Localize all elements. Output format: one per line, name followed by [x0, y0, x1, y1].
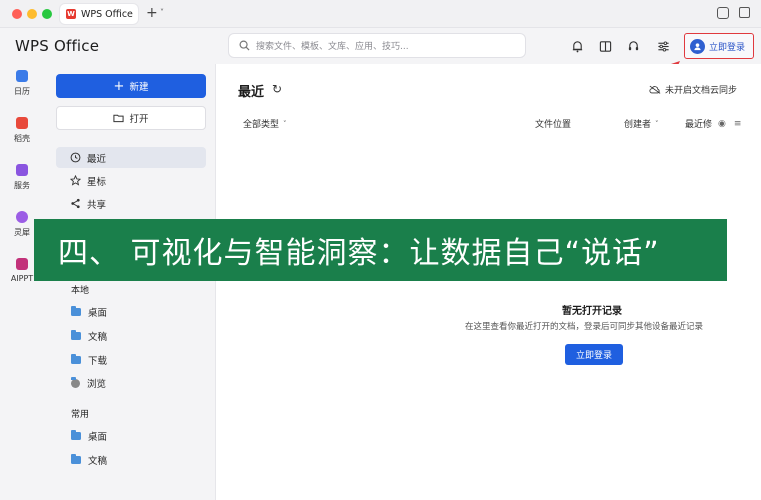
- sync-label: 未开启文档云同步: [665, 86, 738, 96]
- window-restore-icon[interactable]: [739, 7, 750, 18]
- common-item-documents[interactable]: 文稿: [71, 453, 107, 467]
- overlay-banner: 四、 可视化与智能洞察：让数据自己“说话”: [34, 219, 727, 281]
- headset-icon[interactable]: [626, 39, 640, 53]
- left-rail: 日历 稻壳 服务 灵犀 AIPPT: [0, 64, 44, 500]
- star-icon: [70, 175, 81, 186]
- wps-logo-icon: W: [66, 9, 76, 19]
- lingxi-icon: [16, 211, 28, 223]
- eye-icon[interactable]: ◉: [718, 119, 726, 129]
- folder-label: 文稿: [88, 332, 108, 343]
- column-label: 创建者: [624, 120, 652, 130]
- folder-icon: [71, 430, 81, 440]
- search-icon: [239, 40, 250, 51]
- folder-icon: [71, 454, 81, 464]
- rail-label: 服务: [14, 181, 30, 190]
- folder-label: 浏览: [87, 379, 107, 390]
- search-input[interactable]: 搜索文件、模板、文库、应用、技巧...: [228, 33, 526, 58]
- new-tab-button[interactable]: +: [146, 5, 158, 21]
- rail-item-service[interactable]: 服务: [0, 164, 44, 191]
- share-icon: [71, 198, 80, 209]
- column-location: 文件位置: [535, 117, 571, 130]
- nav-item-starred[interactable]: 星标: [56, 170, 206, 191]
- sort-options-icon[interactable]: ≡: [734, 119, 742, 129]
- nav-label: 星标: [87, 176, 107, 188]
- calendar-icon: [16, 70, 28, 82]
- chevron-down-icon: ˅: [283, 119, 287, 128]
- rail-item-calendar[interactable]: 日历: [0, 70, 44, 97]
- minimize-window-button[interactable]: [27, 9, 37, 19]
- filter-type-dropdown[interactable]: 全部类型 ˅: [243, 117, 287, 131]
- close-window-button[interactable]: [12, 9, 22, 19]
- rail-label: 灵犀: [14, 228, 30, 237]
- local-item-browse[interactable]: 浏览: [71, 376, 106, 390]
- column-label: 文件位置: [535, 120, 572, 130]
- nav-label: 最近: [87, 153, 107, 165]
- open-folder-icon: [113, 114, 125, 123]
- service-icon: [16, 164, 28, 176]
- open-file-button[interactable]: 打开: [56, 106, 206, 130]
- chevron-down-icon: ˅: [655, 119, 659, 128]
- folder-icon: [71, 306, 81, 316]
- window-layout-icon[interactable]: [717, 7, 729, 19]
- more-icon: [71, 376, 80, 388]
- rail-item-docer[interactable]: 稻壳: [0, 117, 44, 144]
- rail-label: 稻壳: [14, 134, 30, 143]
- folder-label: 桌面: [88, 432, 108, 443]
- empty-state-title: 暂无打开记录: [562, 306, 622, 317]
- tab-label: WPS Office: [81, 8, 133, 20]
- empty-state-login-button[interactable]: 立即登录: [565, 344, 623, 365]
- folder-icon: [71, 354, 81, 364]
- nav-item-recent[interactable]: 最近: [56, 147, 206, 168]
- column-modified[interactable]: 最近修 ◉ ≡: [685, 117, 742, 131]
- local-section-heading: 本地: [71, 286, 90, 296]
- docer-icon: [16, 117, 28, 129]
- new-button-label: 新建: [129, 82, 149, 93]
- window-titlebar: W WPS Office + ˅: [0, 0, 761, 28]
- user-avatar-icon: [690, 38, 705, 54]
- empty-state-description: 在这里查看你最近打开的文档，登录后可同步其他设备最近记录: [465, 322, 704, 332]
- refresh-icon[interactable]: ↻: [272, 82, 282, 96]
- page-title: 最近: [238, 85, 265, 100]
- folder-label: 文稿: [88, 456, 108, 467]
- folder-label: 桌面: [88, 308, 108, 319]
- cloud-off-icon: [649, 85, 661, 94]
- tab-wps-office[interactable]: W WPS Office: [60, 4, 138, 24]
- new-document-button[interactable]: + 新建: [56, 74, 206, 98]
- banner-text: 四、 可视化与智能洞察：让数据自己“说话”: [58, 236, 660, 271]
- column-label: 最近修: [685, 120, 713, 130]
- brand-title: WPS Office: [15, 37, 100, 55]
- login-button-label: 立即登录: [709, 42, 746, 53]
- local-item-documents[interactable]: 文稿: [71, 329, 107, 343]
- tab-menu-chevron-icon[interactable]: ˅: [160, 8, 164, 17]
- settings-sliders-icon[interactable]: [656, 39, 670, 53]
- folder-label: 下载: [88, 356, 108, 367]
- nav-item-shared[interactable]: 共享: [56, 193, 206, 214]
- cloud-sync-status[interactable]: 未开启文档云同步: [649, 83, 737, 96]
- search-placeholder: 搜索文件、模板、文库、应用、技巧...: [256, 42, 409, 52]
- main-content: 最近 ↻ 未开启文档云同步 全部类型 ˅ 文件位置 创建者 ˅ 最近修 ◉ ≡ …: [217, 64, 761, 500]
- rail-label: 日历: [14, 87, 30, 96]
- folder-icon: [71, 330, 81, 340]
- column-creator[interactable]: 创建者 ˅: [624, 117, 659, 131]
- aippt-icon: [16, 258, 28, 270]
- nav-label: 共享: [87, 199, 107, 211]
- common-section-heading: 常用: [71, 410, 90, 420]
- book-icon[interactable]: [598, 39, 612, 53]
- local-item-desktop[interactable]: 桌面: [71, 305, 107, 319]
- zoom-window-button[interactable]: [42, 9, 52, 19]
- open-button-label: 打开: [129, 114, 149, 125]
- local-item-downloads[interactable]: 下载: [71, 353, 107, 367]
- clock-icon: [70, 152, 81, 163]
- column-label: 全部类型: [243, 120, 280, 130]
- bell-icon[interactable]: [570, 39, 584, 53]
- rail-label: AIPPT: [10, 274, 34, 283]
- side-panel: + 新建 打开 最近 星标 共享 本地 桌面 文稿 下载 浏览 常用 桌面 文稿: [44, 64, 216, 500]
- plus-icon: +: [113, 78, 125, 94]
- common-item-desktop[interactable]: 桌面: [71, 429, 107, 443]
- login-button[interactable]: 立即登录: [684, 33, 754, 59]
